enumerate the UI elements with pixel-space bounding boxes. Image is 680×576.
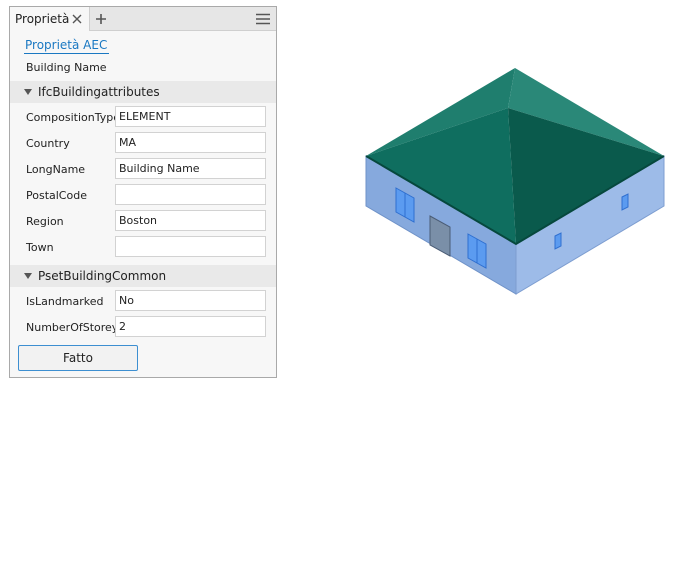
window-right-wall-1 [554,232,562,250]
region-input[interactable] [115,210,266,231]
is-landmarked-input[interactable] [115,290,266,311]
plus-icon[interactable] [95,13,107,25]
building-name-label: Building Name [26,61,107,74]
aec-properties-link[interactable]: Proprietà AEC [24,38,110,54]
section-ifc-building-attributes[interactable]: IfcBuildingattributes [10,81,276,103]
is-landmarked-label: IsLandmarked [26,295,104,308]
tab-properties-label: Proprietà [15,12,70,26]
composition-type-input[interactable] [115,106,266,127]
country-input[interactable] [115,132,266,153]
section-title: IfcBuildingattributes [38,85,160,99]
section-title: PsetBuildingCommon [38,269,167,283]
country-label: Country [26,137,70,150]
caret-down-icon [24,273,32,279]
postal-code-label: PostalCode [26,189,87,202]
region-label: Region [26,215,64,228]
postal-code-input[interactable] [115,184,266,205]
done-button[interactable]: Fatto [18,345,138,371]
composition-type-label: CompositionType [26,111,120,124]
hamburger-menu-icon[interactable] [256,13,270,25]
section-pset-building-common[interactable]: PsetBuildingCommon [10,265,276,287]
long-name-label: LongName [26,163,86,176]
number-of-storeys-label: NumberOfStoreys [26,321,125,334]
caret-down-icon [24,89,32,95]
tab-properties[interactable]: Proprietà [10,7,90,31]
building-model-viewport[interactable] [360,64,670,298]
tab-bar: Proprietà [10,7,276,31]
number-of-storeys-input[interactable] [115,316,266,337]
town-input[interactable] [115,236,266,257]
properties-panel: Proprietà Proprietà AEC Building Name If… [9,6,277,378]
building-model[interactable] [365,68,665,295]
window-right-wall-2 [621,193,629,211]
town-label: Town [26,241,54,254]
close-icon[interactable] [71,13,83,25]
long-name-input[interactable] [115,158,266,179]
